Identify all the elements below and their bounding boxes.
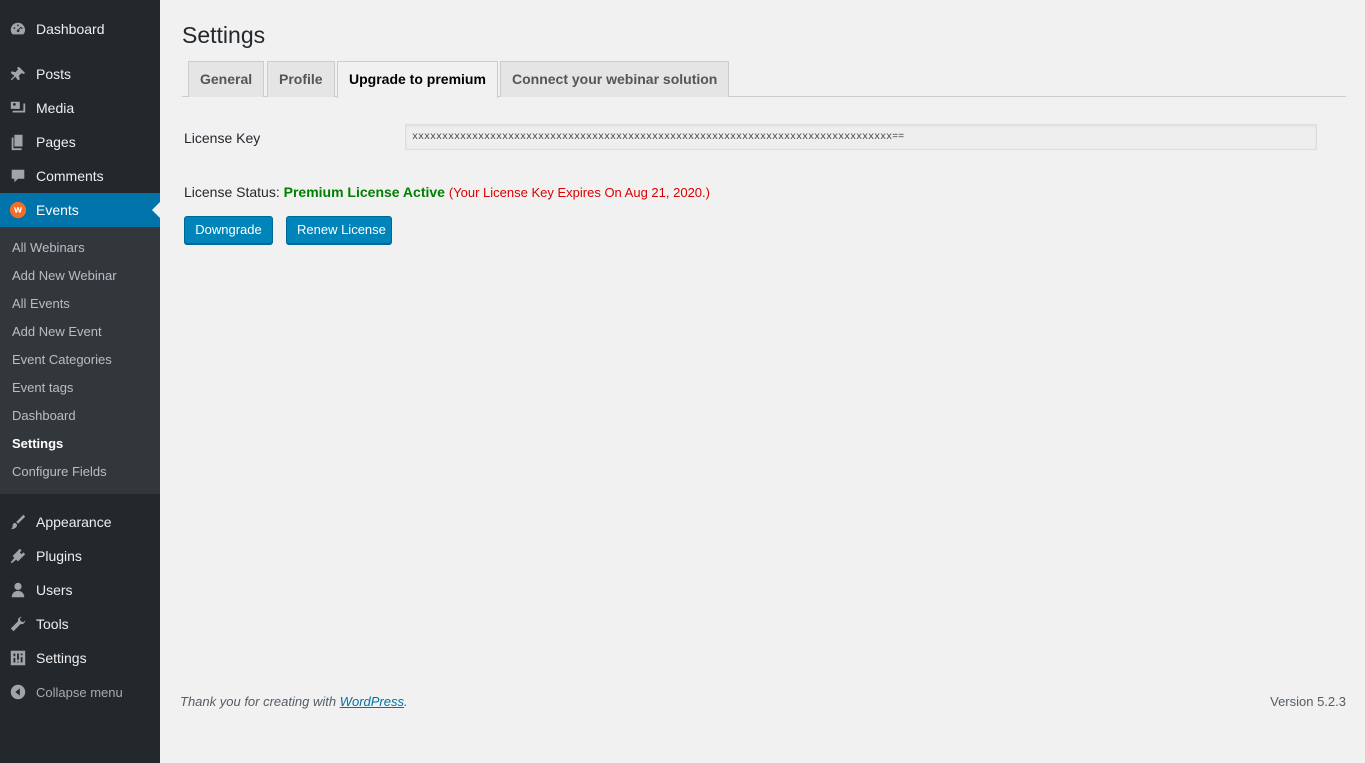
events-logo-icon — [8, 200, 28, 220]
submenu-item-configure-fields[interactable]: Configure Fields — [0, 458, 160, 486]
admin-sidebar: Dashboard Posts Media Pages Comments Eve… — [0, 0, 160, 763]
tab-upgrade-to-premium[interactable]: Upgrade to premium — [337, 61, 498, 98]
comment-icon — [8, 166, 28, 186]
submenu-item-add-new-event[interactable]: Add New Event — [0, 318, 160, 346]
tab-general[interactable]: General — [188, 61, 265, 97]
menu-item-comments[interactable]: Comments — [0, 159, 160, 193]
tab-profile[interactable]: Profile — [267, 61, 335, 97]
menu-item-settings[interactable]: Settings — [0, 641, 160, 675]
menu-item-media[interactable]: Media — [0, 91, 160, 125]
menu-label: Dashboard — [36, 21, 105, 37]
downgrade-button[interactable]: Downgrade — [184, 216, 273, 244]
menu-item-events[interactable]: Events — [0, 193, 160, 227]
wordpress-link[interactable]: WordPress — [340, 694, 404, 709]
menu-item-pages[interactable]: Pages — [0, 125, 160, 159]
menu-label: Comments — [36, 168, 104, 184]
menu-item-users[interactable]: Users — [0, 573, 160, 607]
brush-icon — [8, 512, 28, 532]
settings-icon — [8, 648, 28, 668]
media-icon — [8, 98, 28, 118]
license-status-label: License Status: — [184, 184, 280, 200]
menu-item-tools[interactable]: Tools — [0, 607, 160, 641]
pages-icon — [8, 132, 28, 152]
collapse-arrow-icon — [8, 682, 28, 702]
pin-icon — [8, 64, 28, 84]
menu-item-appearance[interactable]: Appearance — [0, 505, 160, 539]
footer-thanks-suffix: . — [404, 694, 408, 709]
submenu-item-event-tags[interactable]: Event tags — [0, 374, 160, 402]
menu-label: Appearance — [36, 514, 112, 530]
footer-version: Version 5.2.3 — [1270, 694, 1346, 709]
menu-item-dashboard[interactable]: Dashboard — [0, 12, 160, 46]
menu-label: Pages — [36, 134, 76, 150]
license-key-input[interactable] — [405, 124, 1317, 150]
footer-thanks: Thank you for creating with WordPress. — [180, 694, 408, 709]
submenu-item-settings[interactable]: Settings — [0, 430, 160, 458]
wrench-icon — [8, 614, 28, 634]
renew-license-button[interactable]: Renew License — [286, 216, 392, 244]
settings-tabs: General Profile Upgrade to premium Conne… — [182, 61, 1346, 98]
page-title: Settings — [182, 22, 266, 48]
submenu-item-event-categories[interactable]: Event Categories — [0, 346, 160, 374]
main-content: Settings General Profile Upgrade to prem… — [160, 0, 1365, 763]
submenu-item-add-new-webinar[interactable]: Add New Webinar — [0, 262, 160, 290]
collapse-label: Collapse menu — [36, 684, 123, 700]
license-status-value: Premium License Active — [283, 184, 445, 200]
user-icon — [8, 580, 28, 600]
menu-label: Tools — [36, 616, 69, 632]
submenu-item-all-events[interactable]: All Events — [0, 290, 160, 318]
menu-item-plugins[interactable]: Plugins — [0, 539, 160, 573]
plugin-icon — [8, 546, 28, 566]
menu-label: Users — [36, 582, 73, 598]
submenu-item-all-webinars[interactable]: All Webinars — [0, 234, 160, 262]
submenu-item-dashboard[interactable]: Dashboard — [0, 402, 160, 430]
menu-label: Media — [36, 100, 75, 116]
license-status: License Status: Premium License Active (… — [184, 184, 710, 200]
menu-label: Posts — [36, 66, 72, 82]
dashboard-icon — [8, 19, 28, 39]
menu-label: Settings — [36, 650, 87, 666]
menu-label: Plugins — [36, 548, 82, 564]
license-expiry-text: (Your License Key Expires On Aug 21, 202… — [448, 185, 710, 200]
menu-item-posts[interactable]: Posts — [0, 57, 160, 91]
events-submenu: All Webinars Add New Webinar All Events … — [0, 227, 160, 494]
collapse-menu-button[interactable]: Collapse menu — [0, 675, 160, 709]
menu-label: Events — [36, 202, 79, 218]
footer-thanks-prefix: Thank you for creating with — [180, 694, 340, 709]
tab-connect-webinar-solution[interactable]: Connect your webinar solution — [500, 61, 730, 97]
license-key-label: License Key — [184, 130, 261, 146]
